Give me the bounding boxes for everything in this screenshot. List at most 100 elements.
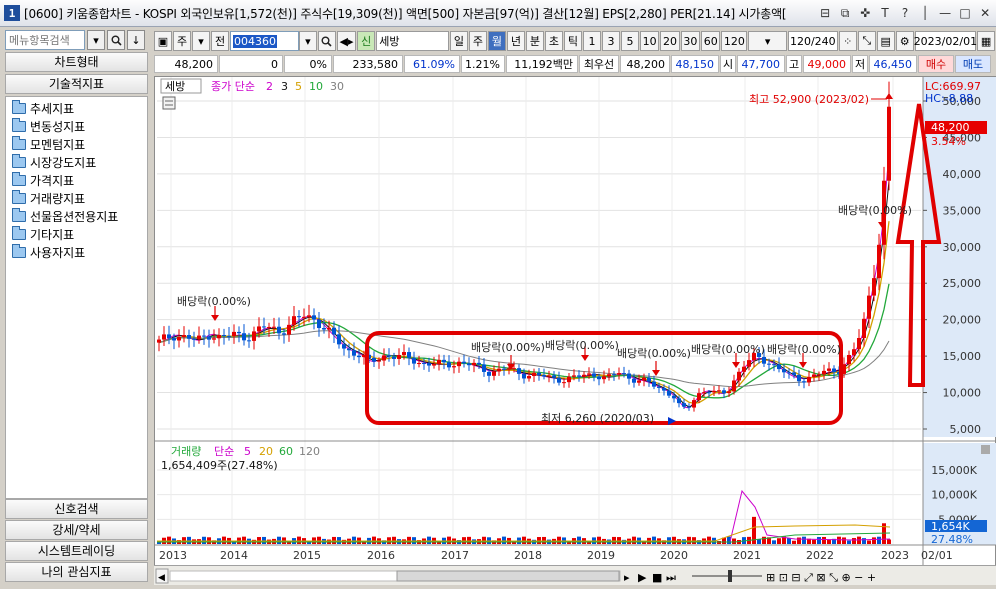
period-minute[interactable]: 분 bbox=[525, 31, 544, 51]
calendar-icon[interactable]: ▦ bbox=[977, 31, 996, 51]
volume-bar bbox=[877, 536, 881, 544]
play-icon[interactable]: ▶ bbox=[638, 571, 647, 584]
text-icon[interactable]: T bbox=[876, 4, 894, 22]
scroll-thumb[interactable] bbox=[396, 570, 620, 582]
tree-item[interactable]: 선물옵션전용지표 bbox=[6, 207, 147, 225]
tree-item[interactable]: 가격지표 bbox=[6, 171, 147, 189]
interval-5[interactable]: 5 bbox=[620, 31, 639, 51]
candle-body bbox=[612, 374, 616, 376]
chart-type-button[interactable]: 차트형태 bbox=[5, 52, 148, 72]
volume-bar bbox=[802, 536, 806, 544]
dividend-arrow-head bbox=[581, 355, 589, 361]
tree-item[interactable]: 시장강도지표 bbox=[6, 153, 147, 171]
menu-search-input[interactable] bbox=[5, 30, 85, 50]
custom-interval-dropdown[interactable]: ▾ bbox=[748, 31, 787, 51]
volume-bar bbox=[867, 540, 871, 544]
candle-body bbox=[397, 354, 401, 359]
stock-code-input[interactable]: 004360 bbox=[230, 31, 299, 51]
move-icon[interactable]: ✜ bbox=[856, 4, 874, 22]
interval-3[interactable]: 3 bbox=[601, 31, 620, 51]
maximize-icon[interactable]: □ bbox=[956, 4, 974, 22]
data-count-field[interactable]: 120/240 bbox=[787, 31, 838, 51]
price-tick-label: 10,000 bbox=[943, 387, 982, 400]
type-dropdown-icon[interactable]: ▾ bbox=[192, 31, 210, 51]
prev-icon[interactable]: ▸ bbox=[624, 571, 630, 584]
chart-area[interactable]: 50,000 45,000 40,000 35,000 30,000 25,000 20,0… bbox=[154, 76, 996, 567]
add-indicator-icon[interactable]: ⁘ bbox=[838, 31, 857, 51]
tree-item[interactable]: 사용자지표 bbox=[6, 243, 147, 261]
interval-60[interactable]: 60 bbox=[701, 31, 721, 51]
candle-body bbox=[402, 352, 406, 355]
candle-body bbox=[717, 390, 721, 392]
candle-body bbox=[867, 295, 871, 319]
candle-body bbox=[547, 375, 551, 377]
settings-gear-icon[interactable]: ⚙ bbox=[895, 31, 914, 51]
candle-body bbox=[767, 363, 771, 365]
interval-10[interactable]: 10 bbox=[639, 31, 660, 51]
signal-search-button[interactable]: 신호검색 bbox=[5, 499, 148, 519]
hc-label: HC:-8.88 bbox=[925, 92, 973, 105]
x-tick-label: 02/01 bbox=[921, 549, 953, 562]
search-dropdown-icon[interactable]: ▾ bbox=[87, 30, 105, 50]
tree-item[interactable]: 변동성지표 bbox=[6, 117, 147, 135]
period-day[interactable]: 일 bbox=[449, 31, 468, 51]
save-icon[interactable]: ▤ bbox=[876, 31, 895, 51]
trade-amount: 11,192백만 bbox=[506, 55, 578, 73]
strength-weakness-button[interactable]: 강세/약세 bbox=[5, 520, 148, 540]
interval-30[interactable]: 30 bbox=[680, 31, 701, 51]
open-label: 시 bbox=[720, 55, 736, 73]
data-table-icon[interactable] bbox=[162, 96, 176, 110]
download-arrow-icon[interactable]: ↓ bbox=[127, 30, 145, 50]
technical-indicator-button[interactable]: 기술적지표 bbox=[5, 74, 148, 94]
search-icon[interactable] bbox=[107, 30, 125, 50]
speed-slider-thumb[interactable] bbox=[728, 570, 732, 582]
playback-controls: ▸ ▶ ■ ⏭ ⊞ ⊡ ⊟ ⤢ ⊠ ⤡ ⊕ − + bbox=[624, 570, 876, 584]
restore-windows-icon[interactable]: ⧉ bbox=[836, 4, 854, 22]
open-price: 47,700 bbox=[737, 55, 785, 73]
code-search-icon[interactable] bbox=[317, 31, 336, 51]
interval-20[interactable]: 20 bbox=[660, 31, 680, 51]
minimize-all-icon[interactable]: ⊟ bbox=[816, 4, 834, 22]
price-chart-svg[interactable]: 50,00045,00040,00035,00030,00025,00020,0… bbox=[155, 77, 996, 567]
type-select-2[interactable]: 전 bbox=[211, 31, 229, 51]
period-year[interactable]: 년 bbox=[506, 31, 525, 51]
best-ask: 48,150 bbox=[671, 55, 719, 73]
compare-icon[interactable]: ⤡ bbox=[857, 31, 876, 51]
type-select-1[interactable]: 주 bbox=[173, 31, 191, 51]
candle-body bbox=[672, 395, 676, 399]
candle-body bbox=[782, 369, 786, 373]
candle-body bbox=[292, 316, 296, 325]
interval-120[interactable]: 120 bbox=[721, 31, 748, 51]
my-indicators-button[interactable]: 나의 관심지표 bbox=[5, 562, 148, 582]
volume-bar bbox=[502, 536, 506, 544]
help-icon[interactable]: ? bbox=[896, 4, 914, 22]
speaker-icon[interactable]: ◀▸ bbox=[336, 31, 357, 51]
stop-icon[interactable]: ■ bbox=[652, 571, 662, 584]
period-second[interactable]: 초 bbox=[544, 31, 563, 51]
candle-body bbox=[792, 372, 796, 375]
period-week[interactable]: 주 bbox=[468, 31, 487, 51]
candle-body bbox=[602, 376, 606, 380]
tool-icons[interactable]: ⊞ ⊡ ⊟ ⤢ ⊠ ⤡ ⊕ − + bbox=[766, 571, 876, 584]
close-icon[interactable]: ✕ bbox=[976, 4, 994, 22]
interval-1[interactable]: 1 bbox=[582, 31, 601, 51]
fast-forward-icon[interactable]: ⏭ bbox=[666, 571, 676, 584]
buy-button[interactable]: 매수 bbox=[918, 55, 954, 73]
minimize-icon[interactable]: — bbox=[936, 4, 954, 22]
folder-icon bbox=[12, 99, 26, 114]
tree-item[interactable]: 추세지표 bbox=[6, 99, 147, 117]
sell-button[interactable]: 매도 bbox=[955, 55, 991, 73]
date-field[interactable]: 2023/02/01 bbox=[914, 31, 977, 51]
tree-item[interactable]: 기타지표 bbox=[6, 225, 147, 243]
system-trading-button[interactable]: 시스템트레이딩 bbox=[5, 541, 148, 561]
tree-item[interactable]: 모멘텀지표 bbox=[6, 135, 147, 153]
tree-item[interactable]: 거래량지표 bbox=[6, 189, 147, 207]
candle-body bbox=[347, 348, 351, 351]
layout-toggle-icon[interactable]: ▣ bbox=[154, 31, 172, 51]
period-month[interactable]: 월 bbox=[487, 31, 506, 51]
code-dropdown-icon[interactable]: ▾ bbox=[298, 31, 317, 51]
candle-body bbox=[552, 375, 556, 378]
period-tick[interactable]: 틱 bbox=[563, 31, 582, 51]
volume-pane-close-icon[interactable] bbox=[981, 445, 990, 454]
current-price: 48,200 bbox=[154, 55, 218, 73]
